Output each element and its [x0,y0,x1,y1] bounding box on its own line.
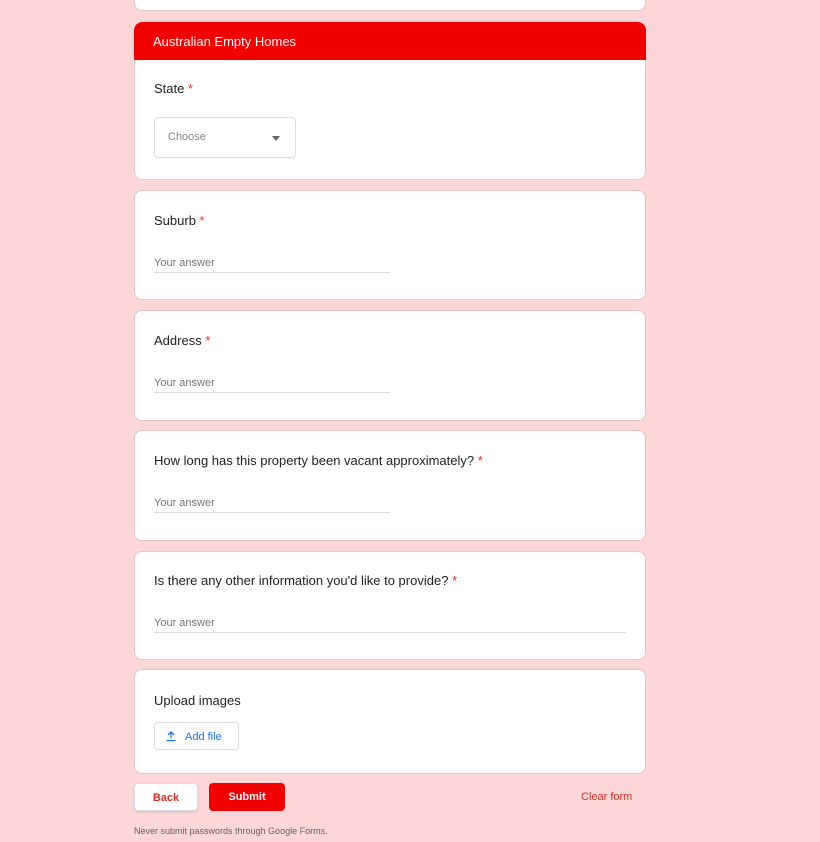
address-input[interactable]: Your answer [154,377,390,393]
footer-note: Never submit passwords through Google Fo… [134,826,328,836]
clear-form-link[interactable]: Clear form [581,791,632,803]
other-info-input[interactable]: Your answer [154,617,626,633]
suburb-input[interactable]: Your answer [154,257,390,273]
question-label: How long has this property been vacant a… [154,453,483,468]
add-file-label: Add file [185,731,222,743]
required-mark: * [199,213,205,228]
required-mark: * [205,333,211,348]
state-dropdown[interactable]: Choose [154,117,296,158]
question-address: Address * Your answer [134,310,646,421]
question-upload: Upload images Add file [134,669,646,774]
question-label: Suburb * [154,213,205,228]
question-label-text: State [154,81,185,96]
vacant-input[interactable]: Your answer [154,497,390,513]
question-vacant: How long has this property been vacant a… [134,430,646,541]
required-mark: * [452,573,458,588]
question-label-text: Address [154,333,202,348]
question-suburb: Suburb * Your answer [134,190,646,300]
required-mark: * [477,453,483,468]
question-other-info: Is there any other information you'd lik… [134,551,646,660]
question-label-text: How long has this property been vacant a… [154,453,475,468]
submit-button[interactable]: Submit [209,783,285,811]
question-label: Upload images [154,693,241,708]
previous-card [134,0,646,11]
question-label: Address * [154,333,210,348]
section-card-state: Australian Empty Homes State * Choose [134,22,646,180]
chevron-down-icon [272,136,280,141]
upload-icon [166,731,176,742]
question-label-text: Is there any other information you'd lik… [154,573,449,588]
question-state: State * Choose [134,60,646,180]
section-title: Australian Empty Homes [134,22,646,60]
add-file-button[interactable]: Add file [154,722,239,750]
required-mark: * [187,81,194,96]
question-label: Is there any other information you'd lik… [154,573,457,588]
question-label: State * [154,81,193,96]
back-button[interactable]: Back [134,783,198,811]
dropdown-value: Choose [168,131,206,143]
question-label-text: Suburb [154,213,196,228]
